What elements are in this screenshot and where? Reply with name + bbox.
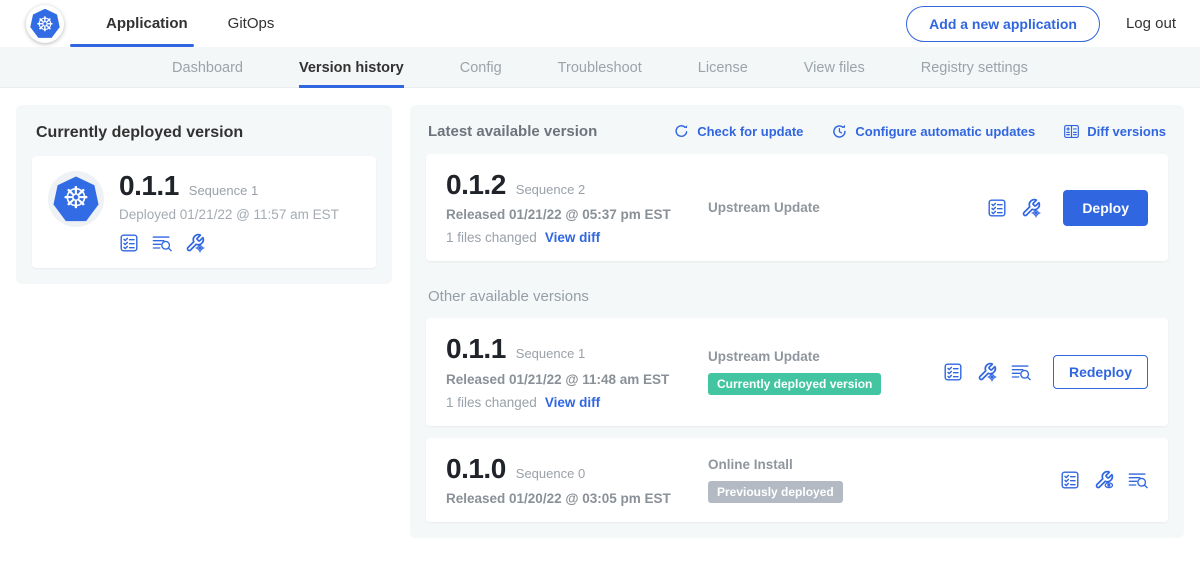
edit-config-icon[interactable] bbox=[977, 362, 997, 382]
diff-versions-link[interactable]: Diff versions bbox=[1063, 123, 1166, 140]
subnav-tab-config[interactable]: Config bbox=[460, 47, 502, 88]
logout-link[interactable]: Log out bbox=[1126, 15, 1176, 32]
tab-application-label: Application bbox=[106, 15, 188, 32]
currently-deployed-panel: Currently deployed version ☸ 0.1.1 Seque… bbox=[16, 105, 392, 284]
currently-deployed-title: Currently deployed version bbox=[36, 124, 372, 142]
files-changed-label: 1 files changed bbox=[446, 395, 537, 410]
sequence-label: Sequence 2 bbox=[516, 182, 585, 197]
app-header: ☸ Application GitOps Add a new applicati… bbox=[0, 0, 1200, 47]
released-timestamp: Released 01/20/22 @ 03:05 pm EST bbox=[446, 491, 708, 506]
version-source-label: Upstream Update bbox=[708, 200, 987, 215]
preflight-checks-icon[interactable] bbox=[1060, 470, 1080, 490]
subnav-tab-license[interactable]: License bbox=[698, 47, 748, 88]
subnav-tab-registry-settings[interactable]: Registry settings bbox=[921, 47, 1028, 88]
files-changed-label: 1 files changed bbox=[446, 230, 537, 245]
diff-icon bbox=[1063, 123, 1080, 140]
tab-application[interactable]: Application bbox=[92, 0, 202, 47]
version-source-label: Online Install bbox=[708, 457, 1060, 472]
view-config-icon[interactable] bbox=[1094, 470, 1114, 490]
app-logo: ☸ bbox=[48, 171, 104, 227]
released-timestamp: Released 01/21/22 @ 11:48 am EST bbox=[446, 372, 708, 387]
edit-config-icon[interactable] bbox=[185, 233, 205, 253]
version-source-label: Upstream Update bbox=[708, 349, 943, 364]
latest-available-title: Latest available version bbox=[428, 123, 673, 140]
currently-deployed-card: ☸ 0.1.1 Sequence 1 Deployed 01/21/22 @ 1… bbox=[32, 156, 376, 268]
preflight-checks-icon[interactable] bbox=[987, 198, 1007, 218]
other-available-versions-title: Other available versions bbox=[428, 288, 1166, 305]
subnav-tab-version-history[interactable]: Version history bbox=[299, 47, 404, 88]
version-card-0-1-1: 0.1.1 Sequence 1 Released 01/21/22 @ 11:… bbox=[426, 318, 1168, 425]
deployed-timestamp: Deployed 01/21/22 @ 11:57 am EST bbox=[119, 207, 339, 222]
deploy-logs-icon[interactable] bbox=[1128, 470, 1148, 490]
version-number: 0.1.2 bbox=[446, 170, 506, 199]
check-for-update-link[interactable]: Check for update bbox=[673, 123, 803, 140]
deploy-button[interactable]: Deploy bbox=[1063, 190, 1148, 226]
configure-automatic-updates-link[interactable]: Configure automatic updates bbox=[831, 123, 1035, 140]
deploy-logs-icon[interactable] bbox=[152, 233, 172, 253]
version-card-0-1-0: 0.1.0 Sequence 0 Released 01/20/22 @ 03:… bbox=[426, 438, 1168, 522]
subnav-tab-troubleshoot[interactable]: Troubleshoot bbox=[558, 47, 642, 88]
tab-gitops-label: GitOps bbox=[228, 15, 275, 32]
refresh-icon bbox=[673, 123, 690, 140]
released-timestamp: Released 01/21/22 @ 05:37 pm EST bbox=[446, 207, 708, 222]
check-for-update-label: Check for update bbox=[697, 124, 803, 139]
deployed-version-number: 0.1.1 bbox=[119, 171, 179, 200]
sequence-label: Sequence 0 bbox=[516, 466, 585, 481]
edit-config-icon[interactable] bbox=[1021, 198, 1041, 218]
tab-gitops[interactable]: GitOps bbox=[214, 0, 289, 47]
version-card-0-1-2: 0.1.2 Sequence 2 Released 01/21/22 @ 05:… bbox=[426, 154, 1168, 261]
kubernetes-logo-icon: ☸ bbox=[53, 176, 99, 222]
sequence-label: Sequence 1 bbox=[516, 346, 585, 361]
preflight-checks-icon[interactable] bbox=[943, 362, 963, 382]
main-content: Currently deployed version ☸ 0.1.1 Seque… bbox=[0, 88, 1200, 555]
deployed-sequence-label: Sequence 1 bbox=[189, 183, 258, 198]
version-history-panel: Latest available version Check for updat… bbox=[410, 105, 1184, 538]
previously-deployed-badge: Previously deployed bbox=[708, 481, 843, 503]
diff-versions-label: Diff versions bbox=[1087, 124, 1166, 139]
view-diff-link[interactable]: View diff bbox=[545, 230, 600, 245]
version-number: 0.1.1 bbox=[446, 334, 506, 363]
version-number: 0.1.0 bbox=[446, 454, 506, 483]
view-diff-link[interactable]: View diff bbox=[545, 395, 600, 410]
auto-update-icon bbox=[831, 123, 848, 140]
redeploy-button[interactable]: Redeploy bbox=[1053, 355, 1148, 389]
configure-automatic-updates-label: Configure automatic updates bbox=[855, 124, 1035, 139]
add-application-button[interactable]: Add a new application bbox=[906, 6, 1100, 42]
subnav-tab-dashboard[interactable]: Dashboard bbox=[172, 47, 243, 88]
currently-deployed-badge: Currently deployed version bbox=[708, 373, 881, 395]
kubernetes-logo-icon: ☸ bbox=[26, 5, 64, 43]
preflight-checks-icon[interactable] bbox=[119, 233, 139, 253]
deploy-logs-icon[interactable] bbox=[1011, 362, 1031, 382]
app-subnav: Dashboard Version history Config Trouble… bbox=[0, 47, 1200, 88]
subnav-tab-view-files[interactable]: View files bbox=[804, 47, 865, 88]
